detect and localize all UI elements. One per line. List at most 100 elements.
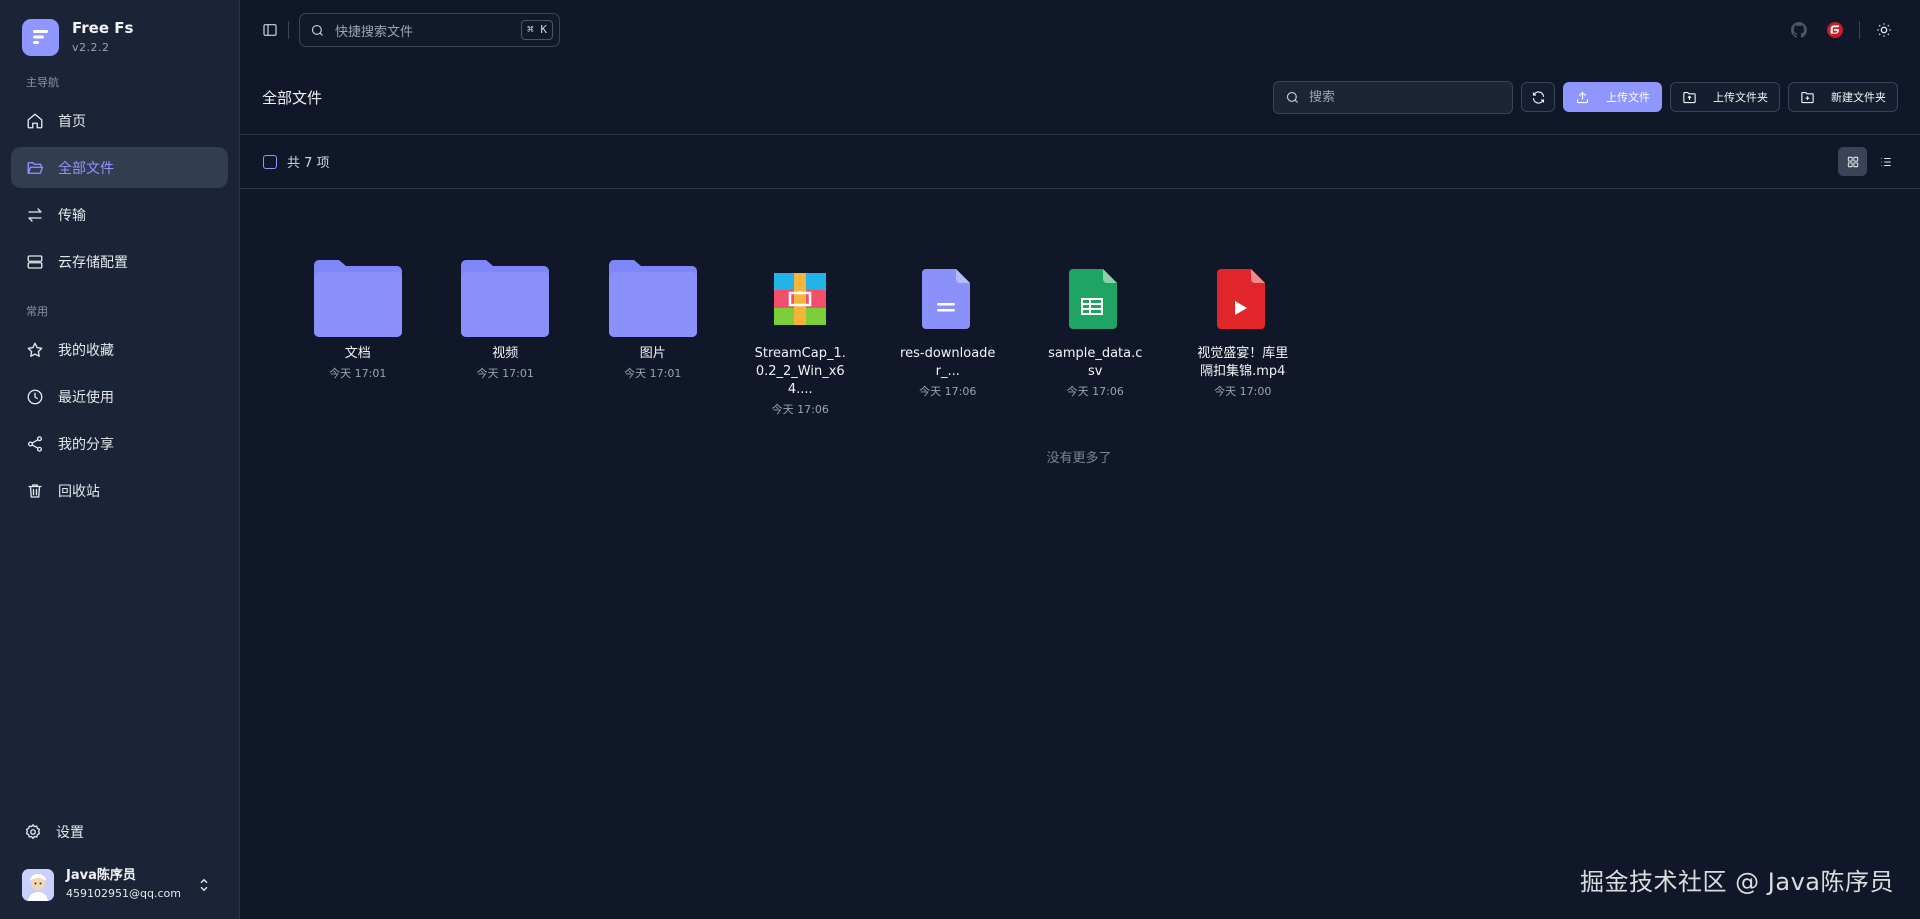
upload-folder-label: 上传文件夹 bbox=[1713, 91, 1768, 104]
spreadsheet-file-icon bbox=[1045, 249, 1145, 349]
upload-file-label: 上传文件 bbox=[1606, 91, 1650, 104]
sidebar-item-favorites[interactable]: 我的收藏 bbox=[11, 329, 228, 370]
sidebar-item-label: 我的收藏 bbox=[58, 342, 114, 359]
folder-icon bbox=[455, 249, 555, 349]
upload-icon bbox=[1576, 91, 1589, 103]
file-item[interactable]: StreamCap_1.0.2_2_Win_x64.... 今天 17:06 bbox=[727, 249, 875, 417]
settings-label: 设置 bbox=[56, 825, 84, 841]
main-content: 快捷搜索文件 ⌘ K 全部文件 搜索 上传文件 上传文件夹 新建文件夹 共 7 … bbox=[240, 0, 1920, 919]
brand[interactable]: Free Fs v2.2.2 bbox=[0, 0, 239, 62]
shortcut-hint: ⌘ K bbox=[521, 20, 553, 40]
view-toggle bbox=[1834, 147, 1900, 176]
sidebar-item-home[interactable]: 首页 bbox=[11, 100, 228, 141]
file-item[interactable]: 视频 今天 17:01 bbox=[432, 249, 580, 417]
divider bbox=[288, 21, 289, 39]
file-time: 今天 17:01 bbox=[476, 367, 534, 380]
app-version: v2.2.2 bbox=[72, 40, 110, 54]
folder-icon bbox=[308, 249, 408, 349]
file-name: 视觉盛宴！库里隔扣集锦.mp4 bbox=[1197, 346, 1289, 379]
settings-button[interactable]: 设置 bbox=[0, 813, 239, 851]
file-name: 视频 bbox=[492, 346, 519, 361]
file-item[interactable]: sample_data.csv 今天 17:06 bbox=[1022, 249, 1170, 417]
upload-folder-button[interactable]: 上传文件夹 bbox=[1670, 82, 1780, 112]
file-time: 今天 17:01 bbox=[624, 367, 682, 380]
select-all[interactable]: 共 7 项 bbox=[263, 152, 330, 171]
sidebar-item-transfer[interactable]: 传输 bbox=[11, 194, 228, 235]
file-item[interactable]: 文档 今天 17:01 bbox=[284, 249, 432, 417]
file-search-input[interactable] bbox=[1309, 89, 1499, 105]
document-file-icon bbox=[898, 249, 998, 349]
chevron-up-down-icon[interactable] bbox=[195, 876, 213, 894]
search-icon bbox=[311, 24, 323, 36]
nav-section-main-title: 主导航 bbox=[26, 76, 59, 89]
folder-plus-icon bbox=[1801, 91, 1814, 103]
gitee-icon bbox=[1827, 22, 1843, 38]
app-logo-icon bbox=[22, 18, 59, 56]
file-time: 今天 17:06 bbox=[1066, 385, 1124, 398]
nav-section-common-title: 常用 bbox=[26, 305, 48, 318]
sidebar-item-recent[interactable]: 最近使用 bbox=[11, 376, 228, 417]
video-file-icon bbox=[1193, 249, 1293, 349]
trash-icon bbox=[26, 482, 44, 500]
sidebar-toggle-button[interactable] bbox=[256, 16, 284, 44]
theme-toggle-button[interactable] bbox=[1866, 12, 1902, 48]
sidebar-item-label: 全部文件 bbox=[58, 160, 114, 177]
upload-file-button[interactable]: 上传文件 bbox=[1563, 82, 1662, 112]
select-all-checkbox[interactable] bbox=[263, 154, 277, 169]
user-email: 459102951@qq.com bbox=[66, 887, 181, 900]
file-item[interactable]: res-downloader_... 今天 17:06 bbox=[874, 249, 1022, 417]
github-icon bbox=[1791, 22, 1807, 38]
server-icon bbox=[26, 253, 44, 271]
file-name: StreamCap_1.0.2_2_Win_x64.... bbox=[754, 346, 846, 397]
end-of-list-text: 没有更多了 bbox=[1046, 451, 1112, 466]
star-icon bbox=[26, 341, 44, 359]
refresh-button[interactable] bbox=[1521, 82, 1555, 112]
sidebar-item-all-files[interactable]: 全部文件 bbox=[11, 147, 228, 188]
sidebar-panel-icon bbox=[263, 24, 277, 36]
sidebar-item-label: 最近使用 bbox=[58, 389, 114, 406]
grid-view-button[interactable] bbox=[1838, 147, 1867, 176]
app-window: Free Fs v2.2.2 主导航 首页 全部文件 传输 云存储配置 常用 我… bbox=[0, 0, 1920, 919]
file-name: res-downloader_... bbox=[900, 346, 996, 379]
sidebar-item-label: 云存储配置 bbox=[58, 254, 128, 271]
file-name: sample_data.csv bbox=[1048, 346, 1143, 379]
sidebar-item-shares[interactable]: 我的分享 bbox=[11, 423, 228, 464]
search-icon bbox=[1286, 91, 1298, 103]
item-count: 共 7 项 bbox=[287, 156, 330, 171]
github-button[interactable] bbox=[1781, 12, 1817, 48]
sidebar: Free Fs v2.2.2 主导航 首页 全部文件 传输 云存储配置 常用 我… bbox=[0, 0, 240, 919]
home-icon bbox=[26, 112, 44, 130]
page-title: 全部文件 bbox=[262, 88, 323, 107]
folder-upload-icon bbox=[1683, 91, 1696, 103]
transfer-icon bbox=[26, 206, 44, 224]
user-menu[interactable]: Java陈序员 459102951@qq.com bbox=[0, 859, 239, 919]
topbar: 快捷搜索文件 ⌘ K bbox=[240, 0, 1920, 60]
file-time: 今天 17:06 bbox=[771, 403, 829, 416]
refresh-icon bbox=[1532, 90, 1544, 104]
gitee-button[interactable] bbox=[1817, 12, 1853, 48]
folder-open-icon bbox=[26, 159, 44, 177]
file-name: 图片 bbox=[639, 346, 666, 361]
file-time: 今天 17:06 bbox=[919, 385, 977, 398]
watermark: 掘金技术社区 @ Java陈序员 bbox=[1580, 868, 1894, 896]
file-time: 今天 17:00 bbox=[1214, 385, 1272, 398]
sidebar-item-cloud-storage[interactable]: 云存储配置 bbox=[11, 241, 228, 282]
new-folder-button[interactable]: 新建文件夹 bbox=[1788, 82, 1898, 112]
app-name: Free Fs bbox=[72, 18, 134, 37]
quick-search-input[interactable]: 快捷搜索文件 ⌘ K bbox=[299, 13, 560, 47]
file-item[interactable]: 图片 今天 17:01 bbox=[579, 249, 727, 417]
file-search-field[interactable] bbox=[1273, 80, 1513, 114]
grid-icon bbox=[1847, 156, 1858, 167]
folder-icon bbox=[603, 249, 703, 349]
list-view-button[interactable] bbox=[1871, 147, 1900, 176]
quick-search-placeholder: 快捷搜索文件 bbox=[335, 24, 414, 40]
user-name: Java陈序员 bbox=[66, 868, 136, 883]
file-time: 今天 17:01 bbox=[329, 367, 387, 380]
sidebar-item-label: 传输 bbox=[58, 207, 86, 224]
file-item[interactable]: 视觉盛宴！库里隔扣集锦.mp4 今天 17:00 bbox=[1169, 249, 1317, 417]
sidebar-item-label: 首页 bbox=[58, 113, 86, 130]
file-name: 文档 bbox=[344, 346, 371, 361]
sidebar-item-trash[interactable]: 回收站 bbox=[11, 470, 228, 511]
file-toolbar: 共 7 项 bbox=[240, 135, 1920, 189]
gear-icon bbox=[25, 823, 41, 840]
